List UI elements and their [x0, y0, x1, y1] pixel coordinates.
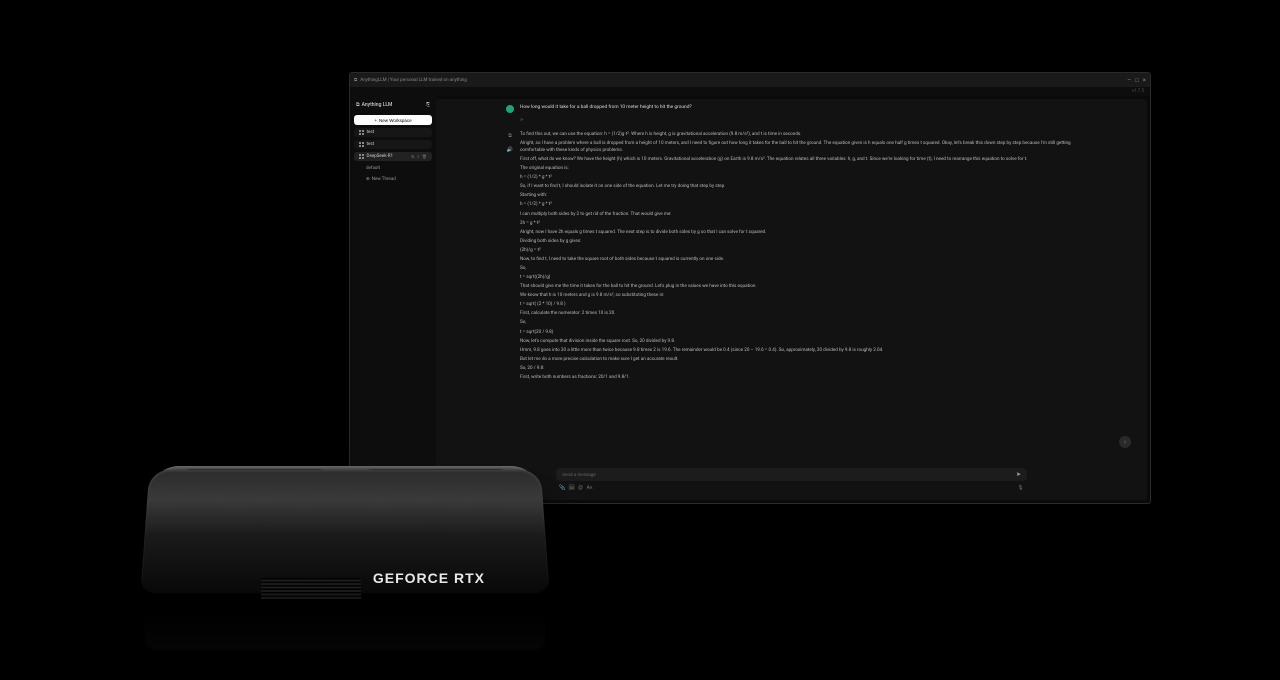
brand-icon: ⧉	[356, 102, 360, 108]
thread-label: default	[366, 166, 380, 171]
bot-message-line: h = (1/2) * g * t²	[520, 175, 1087, 182]
text-size-icon[interactable]: Aᴀ	[587, 485, 592, 490]
sidebar: ⧉ Anything LLM ⎘ + New Workspace test te…	[350, 96, 436, 503]
workspace-icon	[359, 130, 364, 135]
version-label: v1.7.5	[350, 87, 1150, 96]
message-input-box[interactable]: ➤	[556, 468, 1027, 481]
workspace-item[interactable]: test	[354, 140, 432, 149]
bot-message-line: The original equation is:	[520, 166, 1087, 173]
bot-message-line: First, calculate the numerator: 2 times …	[520, 311, 1087, 318]
gear-icon[interactable]: ⚙	[411, 154, 415, 159]
user-message: How long would it take for a ball droppe…	[520, 105, 692, 112]
bot-message-line: t = sqrt(20 / 9.8)	[520, 330, 1087, 337]
bot-message-line: Dividing both sides by g gives:	[520, 239, 1087, 246]
upload-icon[interactable]: ⇪	[417, 154, 420, 159]
bot-message-line: I can multiply both sides by 2 to get ri…	[520, 212, 1087, 219]
gpu-label: GEFORCE RTX	[373, 570, 485, 586]
scroll-down-button[interactable]: ↓	[1119, 436, 1131, 448]
bot-message: To find this out, we can use the equatio…	[520, 132, 1087, 384]
bot-message-line: Now, let's compute that division inside …	[520, 339, 1087, 346]
bot-message-line: So,	[520, 320, 1087, 327]
gpu-vent	[261, 578, 361, 600]
titlebar[interactable]: ⧉ AnythingLLM | Your personal LLM traine…	[350, 73, 1150, 87]
bot-message-line: So, if I want to find t, I should isolat…	[520, 184, 1087, 191]
bot-message-line: (2h)/g = t²	[520, 248, 1087, 255]
bot-message-line: Hmm, 9.8 goes into 20 a little more than…	[520, 348, 1087, 355]
workspace-item-active[interactable]: DeepSeek-R1 ⚙ ⇪ 🗑	[354, 152, 432, 161]
bot-message-line: First off, what do we know? We have the …	[520, 157, 1087, 164]
bot-message-line: t = sqrt((2h)/g)	[520, 275, 1087, 282]
bot-message-line: But let me do a more precise calculation…	[520, 357, 1087, 364]
new-workspace-button[interactable]: + New Workspace	[354, 115, 432, 125]
bot-message-line: h = (1/2) * g * t²	[520, 202, 1087, 209]
gpu-body	[140, 470, 549, 594]
collapse-icon[interactable]: ⎘	[426, 102, 430, 108]
workspace-icon	[359, 142, 364, 147]
workspace-label: test	[367, 130, 375, 135]
gpu-reflection	[144, 614, 547, 651]
chat-area: How long would it take for a ball droppe…	[436, 99, 1147, 500]
message-input[interactable]	[562, 472, 1012, 477]
bot-message-line: So,	[520, 266, 1087, 273]
bot-message-line: t = sqrt( (2 * 10) / 9.8 )	[520, 302, 1087, 309]
bot-message-line: We know that h is 10 meters and g is 9.8…	[520, 293, 1087, 300]
workspace-label: test	[367, 142, 375, 147]
speaker-icon[interactable]: 🔊	[506, 146, 514, 154]
new-thread-label: New Thread	[372, 177, 396, 182]
workspace-icon	[359, 154, 364, 159]
title-text: AnythingLLM | Your personal LLM trained …	[360, 78, 467, 83]
thread-item[interactable]: default	[354, 164, 432, 172]
app-window: ⧉ AnythingLLM | Your personal LLM traine…	[349, 72, 1151, 504]
gpu-hero: GEFORCE RTX	[135, 455, 555, 610]
trash-icon[interactable]: 🗑	[422, 154, 427, 159]
messages: How long would it take for a ball droppe…	[436, 99, 1147, 462]
bot-message-line: First, write both numbers as fractions: …	[520, 375, 1087, 382]
bot-message-line: So, 20 / 9.8:	[520, 366, 1087, 373]
bot-message-line: That should give me the time it takes fo…	[520, 284, 1087, 291]
regenerate-icon[interactable]: ⟳	[520, 117, 1087, 122]
plus-icon: +	[374, 118, 377, 123]
workspace-item[interactable]: test	[354, 128, 432, 137]
new-workspace-label: New Workspace	[379, 118, 412, 123]
app-icon: ⧉	[354, 77, 357, 83]
user-avatar	[506, 105, 514, 113]
bot-message-line: Alright, now I have 2h equals g times t …	[520, 230, 1087, 237]
image-icon[interactable]: 🖼	[569, 485, 574, 490]
maximize-icon[interactable]: □	[1135, 77, 1139, 84]
plus-circle-icon: ⊕	[366, 177, 370, 182]
new-thread-item[interactable]: ⊕ New Thread	[354, 175, 432, 183]
minimize-icon[interactable]: –	[1127, 77, 1131, 84]
bot-message-line: 2h = g * t²	[520, 221, 1087, 228]
brand-label: Anything LLM	[362, 102, 393, 108]
bot-message-line: Alright, so I have a problem where a bal…	[520, 141, 1087, 155]
bot-message-line: Now, to find t, I need to take the squar…	[520, 257, 1087, 264]
bot-message-line: Starting with:	[520, 193, 1087, 200]
close-icon[interactable]: ×	[1143, 77, 1146, 84]
workspace-label: DeepSeek-R1	[367, 154, 394, 159]
bot-avatar: ⧉	[506, 132, 514, 140]
send-button[interactable]: ➤	[1016, 471, 1021, 478]
bot-message-line: To find this out, we can use the equatio…	[520, 132, 1087, 139]
at-icon[interactable]: @	[578, 485, 583, 490]
mic-icon[interactable]: 🎙	[1018, 485, 1023, 490]
attach-icon[interactable]: 📎	[560, 485, 565, 490]
